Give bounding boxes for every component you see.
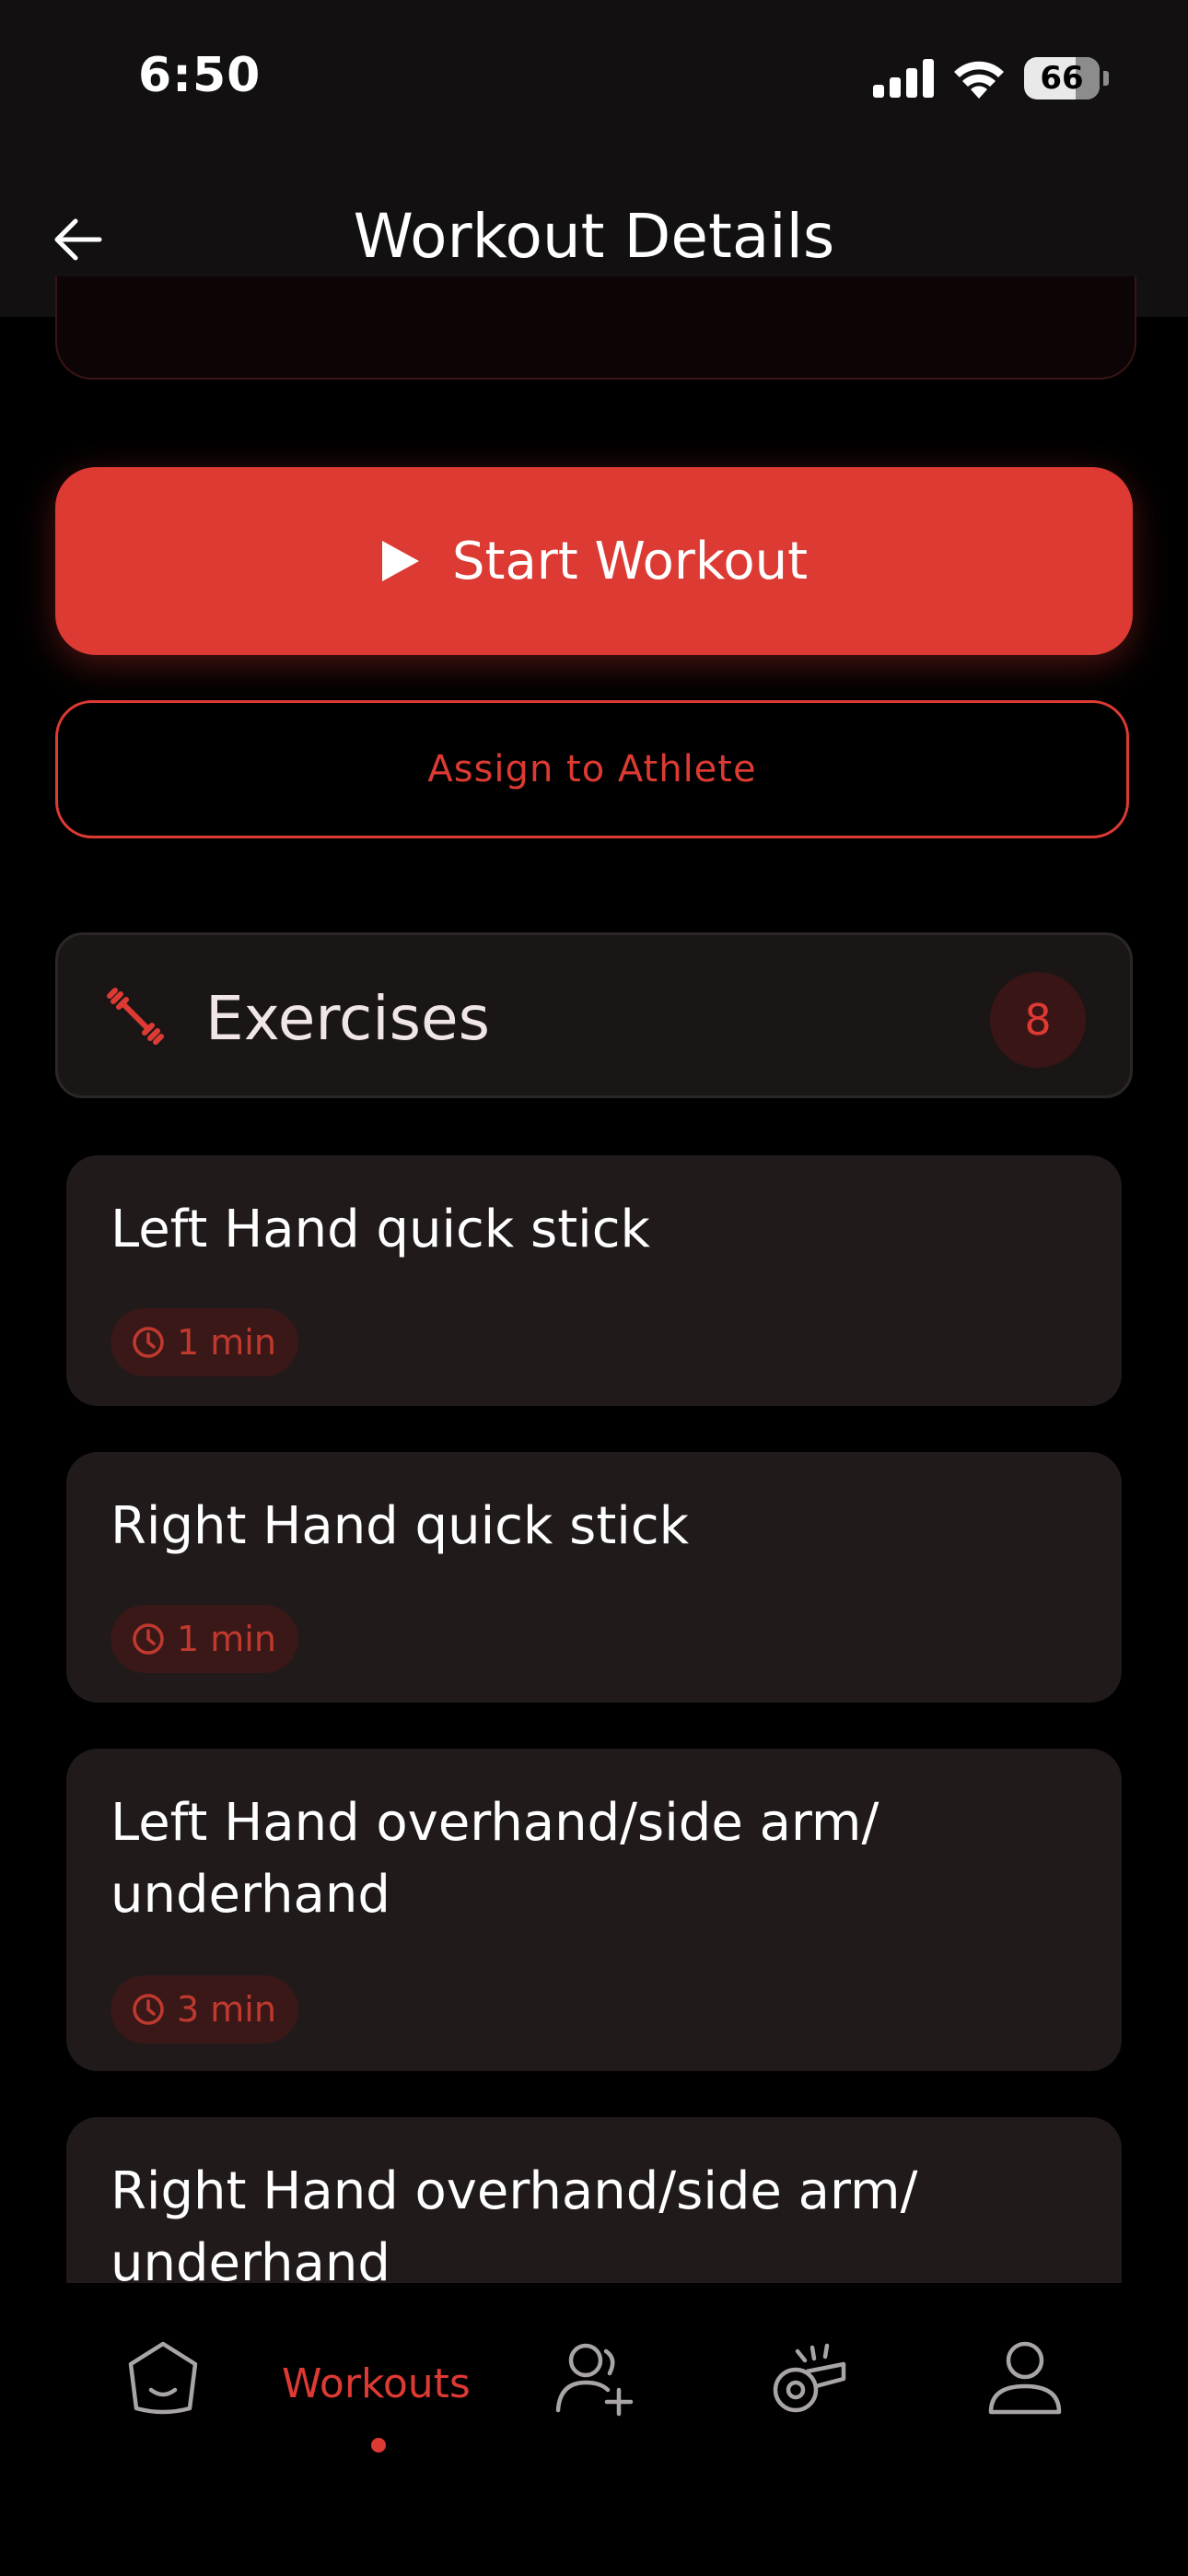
tab-coach[interactable] xyxy=(770,2338,849,2418)
whistle-icon xyxy=(773,2343,846,2413)
exercises-title: Exercises xyxy=(205,983,491,1054)
exercises-count-badge: 8 xyxy=(990,972,1086,1068)
start-workout-button[interactable]: Start Workout xyxy=(55,467,1133,655)
active-tab-indicator xyxy=(371,2438,386,2453)
home-icon xyxy=(128,2341,198,2415)
duration-text: 1 min xyxy=(177,1322,276,1363)
exercise-list: Left Hand quick stick 1 min Right Hand q… xyxy=(0,1142,1188,2283)
wifi-icon xyxy=(954,61,1004,99)
assign-to-athlete-label: Assign to Athlete xyxy=(427,748,757,790)
user-plus-icon xyxy=(555,2343,634,2417)
duration-badge: 3 min xyxy=(111,1975,298,2043)
duration-badge: 1 min xyxy=(111,1605,298,1673)
tab-workouts[interactable]: Workouts xyxy=(282,2360,471,2407)
battery-level: 66 xyxy=(1040,60,1084,97)
bottom-tab-bar xyxy=(0,2283,1188,2576)
exercise-card[interactable]: Left Hand quick stick 1 min xyxy=(66,1155,1122,1406)
duration-text: 1 min xyxy=(177,1619,276,1659)
dumbbell-icon xyxy=(107,988,164,1045)
exercise-card[interactable]: Right Hand quick stick 1 min xyxy=(66,1452,1122,1703)
start-workout-label: Start Workout xyxy=(451,531,809,591)
exercise-name-line-2: underhand xyxy=(111,2233,390,2283)
exercise-name-line-2: underhand xyxy=(111,1865,390,1925)
exercise-card[interactable]: Right Hand overhand/side arm/ underhand xyxy=(66,2117,1122,2283)
exercise-name-line-1: Right Hand overhand/side arm/ xyxy=(111,2161,918,2221)
exercise-name: Left Hand overhand/side arm/ underhand xyxy=(111,1787,879,1931)
workout-summary-card xyxy=(55,276,1136,380)
exercise-name: Left Hand quick stick xyxy=(111,1200,650,1259)
exercise-name: Right Hand quick stick xyxy=(111,1496,690,1556)
clock-icon xyxy=(133,1994,164,2025)
exercise-card[interactable]: Left Hand overhand/side arm/ underhand 3… xyxy=(66,1749,1122,2071)
page-title: Workout Details xyxy=(353,201,835,272)
assign-to-athlete-button[interactable]: Assign to Athlete xyxy=(55,700,1129,838)
signal-icon xyxy=(873,59,934,98)
duration-badge: 1 min xyxy=(111,1308,298,1376)
duration-text: 3 min xyxy=(177,1989,276,2030)
tab-home[interactable] xyxy=(123,2338,203,2418)
exercises-section-header[interactable]: Exercises 8 xyxy=(55,932,1133,1098)
battery-indicator: 66 xyxy=(1024,57,1100,100)
status-bar: 6:50 66 xyxy=(0,0,1188,147)
clock-icon xyxy=(133,1623,164,1655)
tab-add-athlete[interactable] xyxy=(554,2338,637,2418)
exercise-name-line-1: Left Hand overhand/side arm/ xyxy=(111,1793,879,1853)
battery-tip xyxy=(1103,71,1109,86)
user-icon xyxy=(988,2341,1062,2415)
play-icon xyxy=(381,541,419,581)
status-time: 6:50 xyxy=(138,48,262,103)
tab-profile[interactable] xyxy=(985,2338,1065,2418)
exercise-name: Right Hand overhand/side arm/ underhand xyxy=(111,2156,917,2283)
status-icons: 66 xyxy=(873,57,1109,100)
clock-icon xyxy=(133,1327,164,1358)
